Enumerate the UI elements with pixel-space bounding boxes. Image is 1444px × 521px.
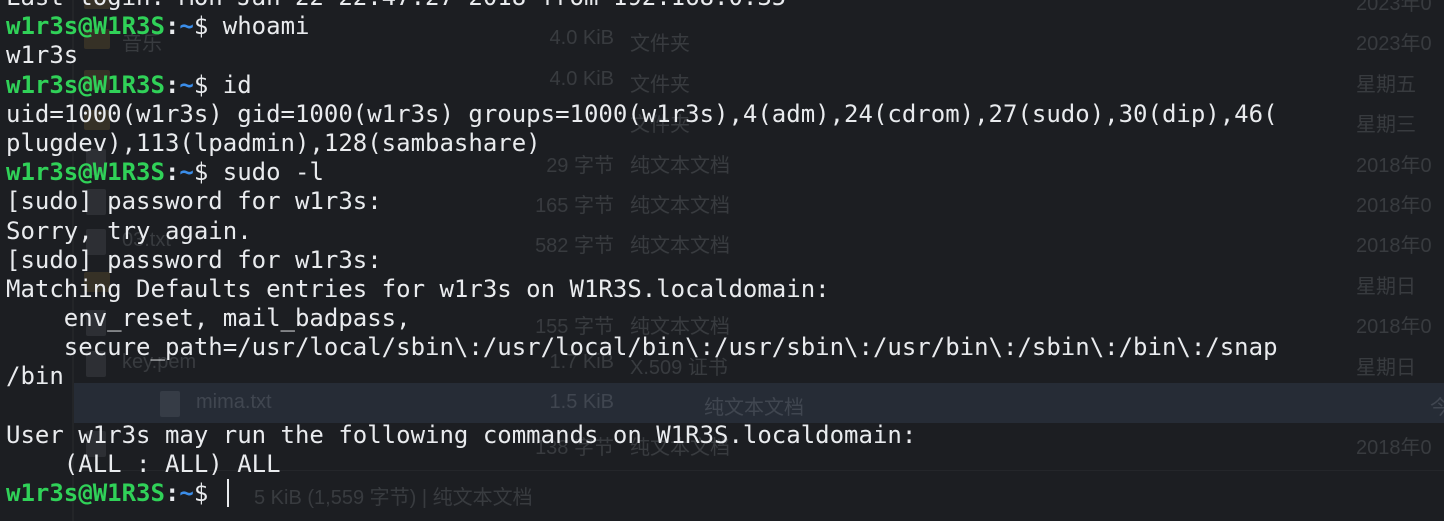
output-text: [sudo] password for w1r3s:	[6, 245, 382, 274]
prompt-line: w1r3s@W1R3S:~$ id	[6, 71, 1436, 100]
prompt-user-host: w1r3s@W1R3S	[6, 12, 165, 41]
command-text: sudo -l	[222, 158, 324, 187]
output-text: uid=1000(w1r3s) gid=1000(w1r3s) groups=1…	[6, 99, 1278, 128]
prompt-separator: :	[164, 12, 180, 41]
command-text: whoami	[222, 12, 310, 41]
output-line: [sudo] password for w1r3s:	[6, 246, 1436, 275]
prompt-symbol: $	[193, 479, 223, 508]
prompt-separator: :	[164, 70, 180, 99]
prompt-user-host: w1r3s@W1R3S	[6, 158, 165, 187]
prompt-path: ~	[179, 70, 194, 99]
output-line: w1r3s	[6, 41, 1436, 70]
prompt-path: ~	[179, 12, 194, 41]
prompt-separator: :	[164, 158, 180, 187]
command-text: id	[222, 70, 252, 99]
output-text: w1r3s	[6, 41, 79, 70]
output-line: [sudo] password for w1r3s:	[6, 187, 1436, 216]
output-text: Last login: Mon Jan 22 22:47:27 2018 fro…	[6, 0, 786, 11]
output-line: /bin	[6, 362, 1436, 391]
output-text: User w1r3s may run the following command…	[6, 420, 917, 449]
text-cursor	[226, 479, 229, 508]
terminal-output[interactable]: Last login: Mon Jan 22 22:47:27 2018 fro…	[6, 0, 1436, 508]
output-text: Sorry, try again.	[6, 216, 252, 245]
output-line: Last login: Mon Jan 22 22:47:27 2018 fro…	[6, 0, 1436, 12]
output-text: [sudo] password for w1r3s:	[6, 187, 382, 216]
output-text: /bin	[6, 362, 64, 391]
prompt-path: ~	[179, 158, 194, 187]
prompt-symbol: $	[193, 70, 223, 99]
output-text: env_reset, mail_badpass,	[6, 304, 411, 333]
prompt-path: ~	[179, 479, 194, 508]
output-line: uid=1000(w1r3s) gid=1000(w1r3s) groups=1…	[6, 100, 1436, 129]
output-line: plugdev),113(lpadmin),128(sambashare)	[6, 129, 1436, 158]
output-text: plugdev),113(lpadmin),128(sambashare)	[6, 128, 541, 157]
output-text: (ALL : ALL) ALL	[6, 450, 281, 478]
output-line: User w1r3s may run the following command…	[6, 421, 1436, 450]
prompt-line: w1r3s@W1R3S:~$	[6, 479, 1436, 508]
output-line: Sorry, try again.	[6, 217, 1436, 246]
prompt-symbol: $	[193, 158, 223, 187]
output-line: env_reset, mail_badpass,	[6, 304, 1436, 333]
output-line: (ALL : ALL) ALL	[6, 450, 1436, 479]
output-text: Matching Defaults entries for w1r3s on W…	[6, 274, 830, 303]
prompt-separator: :	[164, 479, 180, 508]
prompt-line: w1r3s@W1R3S:~$ sudo -l	[6, 158, 1436, 187]
screen: 5 KiB (1,559 字节) | 纯文本文档 2023年0 音乐 4.0 KiB…	[0, 0, 1444, 521]
prompt-user-host: w1r3s@W1R3S	[6, 70, 165, 99]
output-line: Matching Defaults entries for w1r3s on W…	[6, 275, 1436, 304]
prompt-user-host: w1r3s@W1R3S	[6, 479, 165, 508]
prompt-symbol: $	[193, 12, 223, 41]
prompt-line: w1r3s@W1R3S:~$ whoami	[6, 12, 1436, 41]
output-text: secure_path=/usr/local/sbin\:/usr/local/…	[6, 333, 1278, 362]
output-line: secure_path=/usr/local/sbin\:/usr/local/…	[6, 333, 1436, 362]
